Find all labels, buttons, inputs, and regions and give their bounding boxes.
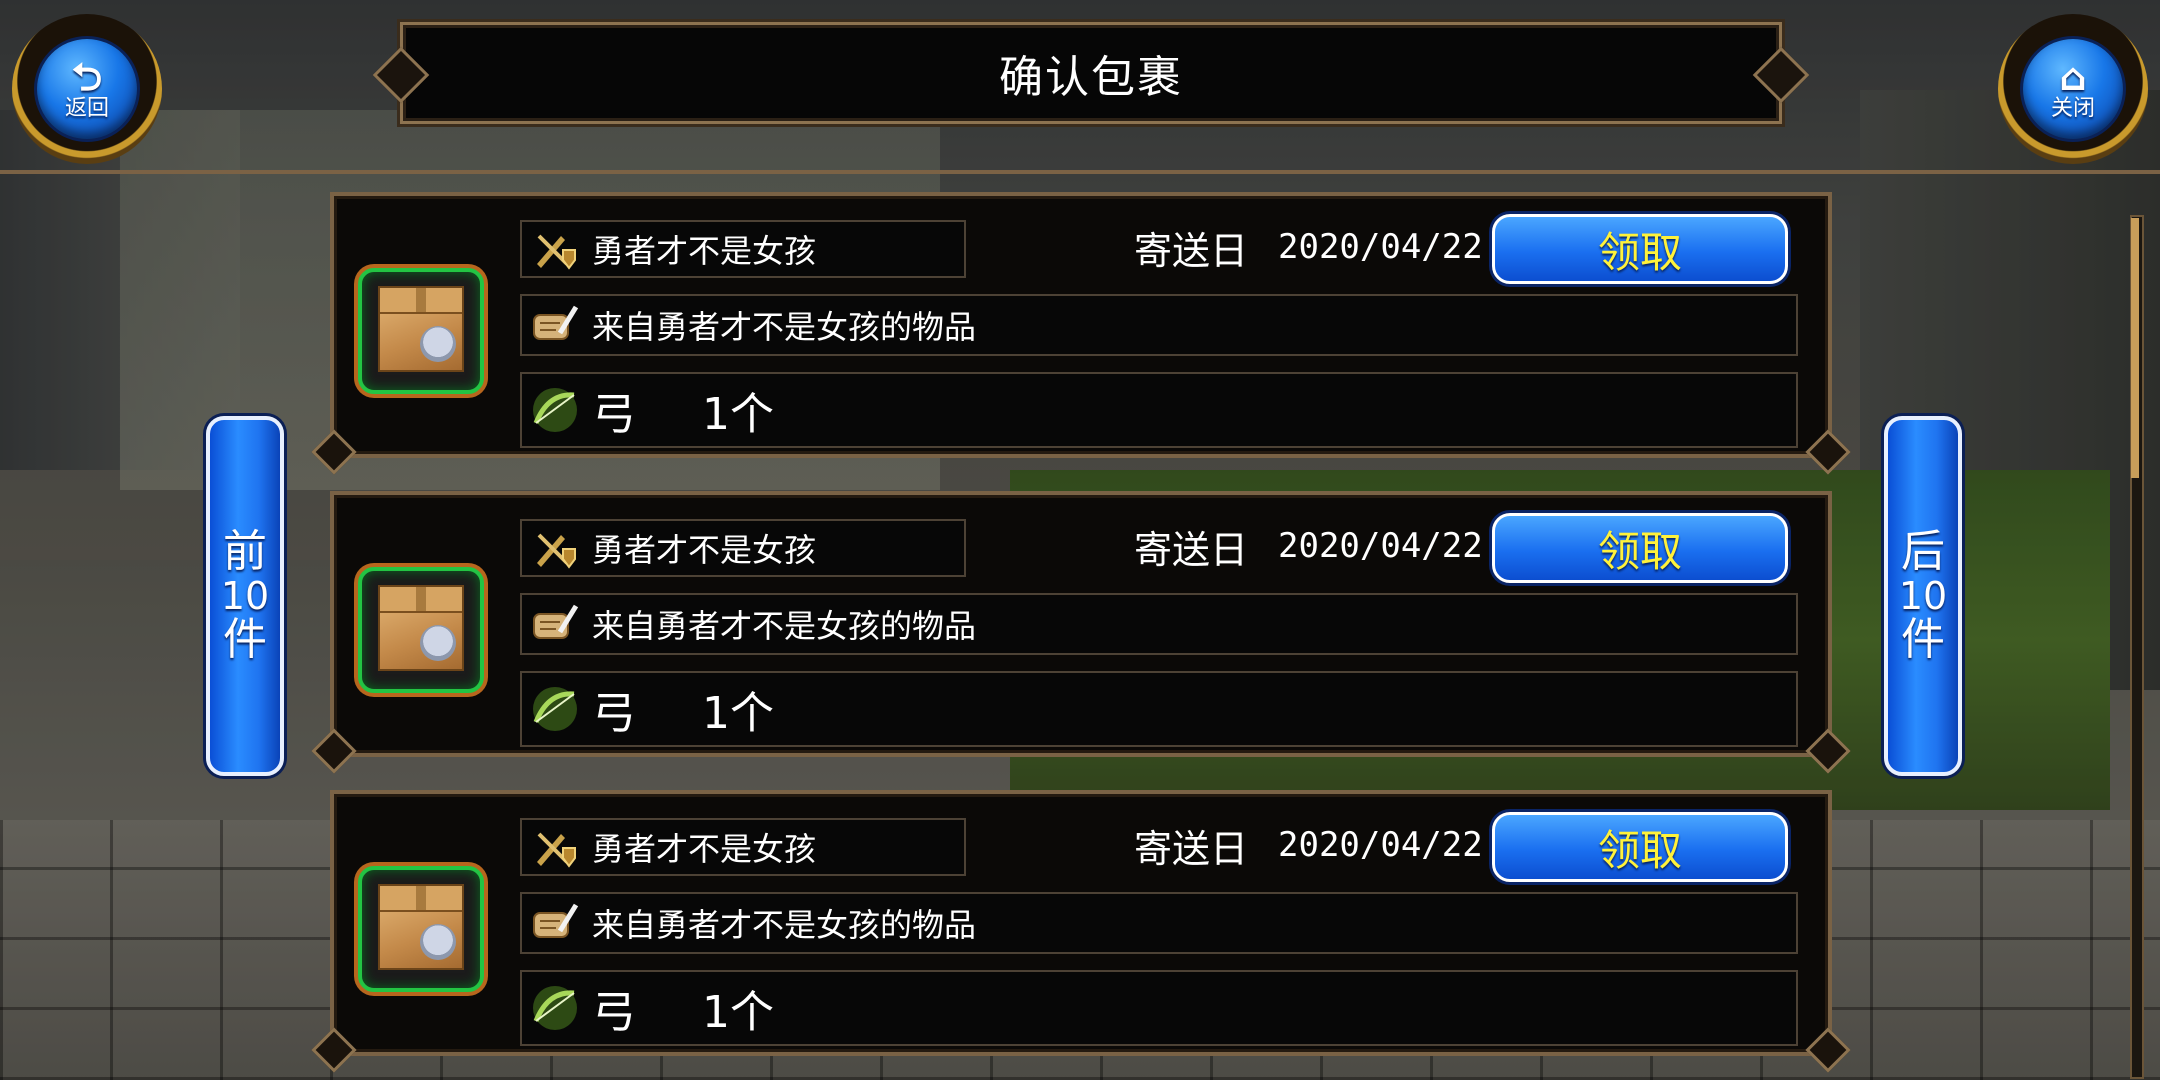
parcel-box-icon[interactable]: [358, 268, 484, 394]
message-text: 来自勇者才不是女孩的物品: [592, 308, 977, 346]
sender-field: 勇者才不是女孩: [520, 519, 966, 577]
message-text: 来自勇者才不是女孩的物品: [592, 906, 977, 944]
message-text: 来自勇者才不是女孩的物品: [592, 607, 977, 645]
scroll-quill-icon: [528, 302, 582, 348]
home-icon: ⌂: [2059, 55, 2087, 99]
next-label-bottom: 件: [1901, 614, 1945, 665]
title-bar: 确认包裹: [400, 22, 1782, 124]
parcel-box: [378, 884, 464, 970]
next-label-top: 后: [1901, 526, 1945, 577]
back-button-label: 返回: [64, 96, 109, 121]
message-field: 来自勇者才不是女孩的物品: [520, 593, 1798, 655]
scroll-quill-icon: [528, 601, 582, 647]
scroll-quill-icon: [528, 900, 582, 946]
item-name: 弓: [592, 688, 636, 739]
page-title: 确认包裹: [999, 52, 1183, 103]
previous-label-bottom: 件: [223, 614, 267, 665]
bow-icon: [528, 985, 582, 1031]
sender-name: 勇者才不是女孩: [592, 232, 817, 270]
next-label-num: 10: [1898, 574, 1948, 618]
previous-label-num: 10: [220, 574, 270, 618]
pet-sticker-icon: [420, 924, 456, 960]
next-10-button[interactable]: 后 10 件: [1884, 416, 1962, 776]
pet-sticker-icon: [420, 326, 456, 362]
send-date-value: 2020/04/22: [1278, 825, 1483, 865]
parcel-box: [378, 585, 464, 671]
back-button[interactable]: ⮌ 返回: [12, 14, 162, 164]
parcel-box: [378, 286, 464, 372]
sender-field: 勇者才不是女孩: [520, 220, 966, 278]
previous-10-button[interactable]: 前 10 件: [206, 416, 284, 776]
item-quantity: 1个: [702, 389, 774, 440]
send-date-label: 寄送日: [1134, 527, 1249, 572]
sender-name: 勇者才不是女孩: [592, 531, 817, 569]
parcel-row: 勇者才不是女孩 寄送日 2020/04/22 领取 来自勇者才不是女孩的物品 弓…: [330, 790, 1832, 1056]
close-button-label: 关闭: [2050, 96, 2095, 121]
parcel-box-icon[interactable]: [358, 866, 484, 992]
close-button[interactable]: ⌂ 关闭: [1998, 14, 2148, 164]
item-name: 弓: [592, 987, 636, 1038]
message-field: 来自勇者才不是女孩的物品: [520, 892, 1798, 954]
back-button-core[interactable]: ⮌ 返回: [37, 39, 137, 139]
parcel-box-icon[interactable]: [358, 567, 484, 693]
sender-field: 勇者才不是女孩: [520, 818, 966, 876]
item-name: 弓: [592, 389, 636, 440]
parcel-row: 勇者才不是女孩 寄送日 2020/04/22 领取 来自勇者才不是女孩的物品 弓…: [330, 192, 1832, 458]
bow-icon: [528, 387, 582, 433]
item-field: 弓 1个: [520, 970, 1798, 1046]
scrollbar-thumb[interactable]: [2131, 218, 2139, 478]
previous-label-top: 前: [223, 526, 267, 577]
sender-name: 勇者才不是女孩: [592, 830, 817, 868]
sword-shield-icon: [528, 525, 582, 571]
back-arrow-icon: ⮌: [71, 55, 103, 99]
item-quantity: 1个: [702, 688, 774, 739]
send-date-label: 寄送日: [1134, 228, 1249, 273]
close-button-core[interactable]: ⌂ 关闭: [2023, 39, 2123, 139]
claim-button[interactable]: 领取: [1492, 513, 1788, 583]
send-date-value: 2020/04/22: [1278, 227, 1483, 267]
bow-icon: [528, 686, 582, 732]
parcel-row: 勇者才不是女孩 寄送日 2020/04/22 领取 来自勇者才不是女孩的物品 弓…: [330, 491, 1832, 757]
sword-shield-icon: [528, 824, 582, 870]
sword-shield-icon: [528, 226, 582, 272]
claim-button[interactable]: 领取: [1492, 214, 1788, 284]
claim-button[interactable]: 领取: [1492, 812, 1788, 882]
item-field: 弓 1个: [520, 671, 1798, 747]
item-quantity: 1个: [702, 987, 774, 1038]
pet-sticker-icon: [420, 625, 456, 661]
message-field: 来自勇者才不是女孩的物品: [520, 294, 1798, 356]
send-date-label: 寄送日: [1134, 826, 1249, 871]
send-date-value: 2020/04/22: [1278, 526, 1483, 566]
item-field: 弓 1个: [520, 372, 1798, 448]
